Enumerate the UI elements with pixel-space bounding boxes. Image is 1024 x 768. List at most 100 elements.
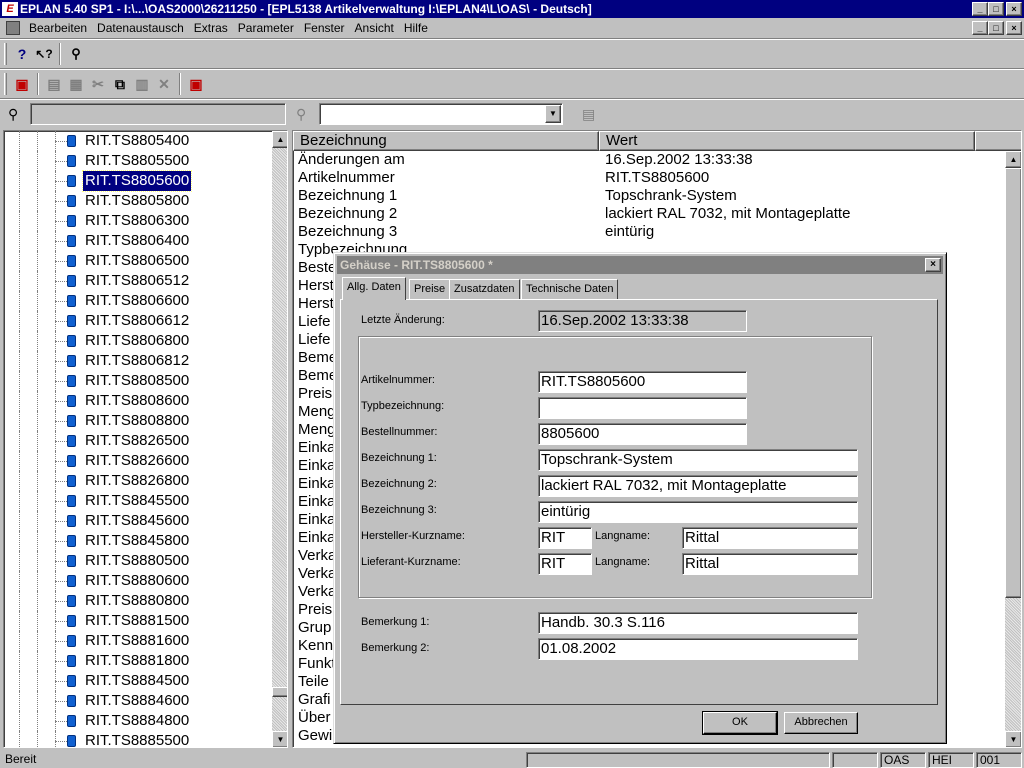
tree-item[interactable]: RIT.TS8845800	[4, 531, 272, 551]
tree-item[interactable]: RIT.TS8826500	[4, 431, 272, 451]
tree-item[interactable]: RIT.TS8880600	[4, 571, 272, 591]
scroll-down-icon[interactable]: ▼	[1005, 731, 1021, 747]
tree-item[interactable]: RIT.TS8806812	[4, 351, 272, 371]
copy-icon[interactable]: ⧉	[109, 73, 131, 95]
tree-item[interactable]: RIT.TS8806800	[4, 331, 272, 351]
properties-icon[interactable]: ▤	[43, 73, 65, 95]
supplier-longname-field[interactable]: Rittal	[682, 553, 858, 575]
tree-item[interactable]: RIT.TS8806300	[4, 211, 272, 231]
menu-hilfe[interactable]: Hilfe	[399, 21, 433, 35]
tree-item[interactable]: RIT.TS8805800	[4, 191, 272, 211]
remark1-field[interactable]: Handb. 30.3 S.116	[538, 612, 858, 634]
description1-field[interactable]: Topschrank-System	[538, 449, 858, 471]
tree-item[interactable]: RIT.TS8884600	[4, 691, 272, 711]
description3-field[interactable]: eintürig	[538, 501, 858, 523]
tree-item[interactable]: RIT.TS8845600	[4, 511, 272, 531]
tree-search-field[interactable]	[30, 103, 286, 125]
tree-item[interactable]: RIT.TS8881800	[4, 651, 272, 671]
delete-icon[interactable]: ✕	[153, 73, 175, 95]
scroll-down-icon[interactable]: ▼	[272, 731, 287, 747]
tree-item[interactable]: RIT.TS8880800	[4, 591, 272, 611]
tree-item[interactable]: RIT.TS8808500	[4, 371, 272, 391]
edit-icon[interactable]: ▦	[65, 73, 87, 95]
doc-restore-button[interactable]: □	[988, 21, 1004, 35]
ok-button[interactable]: OK	[702, 711, 778, 735]
list-row[interactable]: Artikelnummer RIT.TS8805600	[293, 169, 1005, 187]
eplan-app-icon[interactable]: E	[2, 2, 18, 16]
tree-item[interactable]: RIT.TS8881600	[4, 631, 272, 651]
tree-item[interactable]: RIT.TS8806600	[4, 291, 272, 311]
binoculars-icon[interactable]: ⚲	[296, 106, 306, 123]
tree-item[interactable]: RIT.TS8884800	[4, 711, 272, 731]
list-row[interactable]: Änderungen am 16.Sep.2002 13:33:38	[293, 151, 1005, 169]
column-header-bezeichnung[interactable]: Bezeichnung	[293, 131, 599, 151]
binoculars-icon[interactable]: ⚲	[65, 43, 87, 65]
tree-scrollbar[interactable]: ▲ ▼	[272, 131, 287, 747]
menu-bearbeiten[interactable]: Bearbeiten	[24, 21, 92, 35]
scroll-thumb[interactable]	[272, 687, 287, 697]
tree-item[interactable]: RIT.TS8845500	[4, 491, 272, 511]
filter-icon[interactable]: ▤	[582, 106, 595, 123]
description2-field[interactable]: lackiert RAL 7032, mit Montageplatte	[538, 475, 858, 497]
remark2-field[interactable]: 01.08.2002	[538, 638, 858, 660]
new-article-icon[interactable]: ▣	[11, 73, 33, 95]
tree-item[interactable]: RIT.TS8880500	[4, 551, 272, 571]
tree-item[interactable]: RIT.TS8805400	[4, 131, 272, 151]
document-menu-icon[interactable]	[6, 21, 20, 35]
article-tree[interactable]: RIT.TS8805400 RIT.TS8805500 RIT.TS8805600 R…	[3, 130, 288, 748]
tree-item[interactable]: RIT.TS8806400	[4, 231, 272, 251]
cancel-button[interactable]: Abbrechen	[784, 712, 858, 734]
tree-item[interactable]: RIT.TS8808600	[4, 391, 272, 411]
tree-item[interactable]: RIT.TS8805600	[4, 170, 272, 192]
context-help-icon[interactable]: ↖?	[33, 43, 55, 65]
list-row[interactable]: Bezeichnung 1 Topschrank-System	[293, 187, 1005, 205]
tree-item[interactable]: RIT.TS8806500	[4, 251, 272, 271]
cut-icon[interactable]: ✂	[87, 73, 109, 95]
tree-item[interactable]: RIT.TS8826800	[4, 471, 272, 491]
tab-technische-daten[interactable]: Technische Daten	[521, 279, 619, 299]
tab-preise[interactable]: Preise	[409, 279, 451, 299]
type-field[interactable]	[538, 397, 747, 419]
question-icon[interactable]: ?	[11, 43, 33, 65]
list-search-combo[interactable]: ▼	[319, 103, 563, 125]
doc-minimize-button[interactable]: _	[972, 21, 988, 35]
tree-item[interactable]: RIT.TS8826600	[4, 451, 272, 471]
scroll-up-icon[interactable]: ▲	[1005, 151, 1021, 168]
manufacturer-longname-field[interactable]: Rittal	[682, 527, 858, 549]
binoculars-icon[interactable]: ⚲	[8, 106, 18, 123]
menu-ansicht[interactable]: Ansicht	[350, 21, 399, 35]
tree-item[interactable]: RIT.TS8885500	[4, 731, 272, 747]
export-icon[interactable]: ▣	[185, 73, 207, 95]
dialog-close-button[interactable]: ×	[925, 258, 941, 272]
chevron-down-icon[interactable]: ▼	[545, 105, 561, 123]
tree-item[interactable]: RIT.TS8806512	[4, 271, 272, 291]
tree-item[interactable]: RIT.TS8805500	[4, 151, 272, 171]
column-header-wert[interactable]: Wert	[599, 131, 975, 151]
menu-parameter[interactable]: Parameter	[233, 21, 299, 35]
doc-close-button[interactable]: ×	[1006, 21, 1022, 35]
article-number-field[interactable]: RIT.TS8805600	[538, 371, 747, 393]
supplier-short-field[interactable]: RIT	[538, 553, 592, 575]
maximize-button[interactable]: □	[988, 2, 1004, 16]
tree-item[interactable]: RIT.TS8884500	[4, 671, 272, 691]
tree-item[interactable]: RIT.TS8881500	[4, 611, 272, 631]
tree-item[interactable]: RIT.TS8808800	[4, 411, 272, 431]
tab-allg-daten[interactable]: Allg. Daten	[342, 277, 406, 300]
manufacturer-short-field[interactable]: RIT	[538, 527, 592, 549]
list-scrollbar[interactable]: ▲ ▼	[1005, 151, 1021, 747]
tab-zusatzdaten[interactable]: Zusatzdaten	[449, 279, 520, 299]
tree-item[interactable]: RIT.TS8806612	[4, 311, 272, 331]
menu-extras[interactable]: Extras	[189, 21, 233, 35]
paste-icon[interactable]: ▥	[131, 73, 153, 95]
minimize-button[interactable]: _	[972, 2, 988, 16]
toolbar-grip[interactable]	[4, 73, 7, 95]
list-row[interactable]: Bezeichnung 3 eintürig	[293, 223, 1005, 241]
column-header-empty[interactable]	[975, 131, 1021, 151]
scroll-up-icon[interactable]: ▲	[272, 131, 287, 148]
scroll-thumb[interactable]	[1005, 168, 1021, 598]
menu-fenster[interactable]: Fenster	[299, 21, 350, 35]
close-button[interactable]: ×	[1006, 2, 1022, 16]
list-row[interactable]: Bezeichnung 2 lackiert RAL 7032, mit Mont…	[293, 205, 1005, 223]
menu-datenaustausch[interactable]: Datenaustausch	[92, 21, 189, 35]
order-number-field[interactable]: 8805600	[538, 423, 747, 445]
